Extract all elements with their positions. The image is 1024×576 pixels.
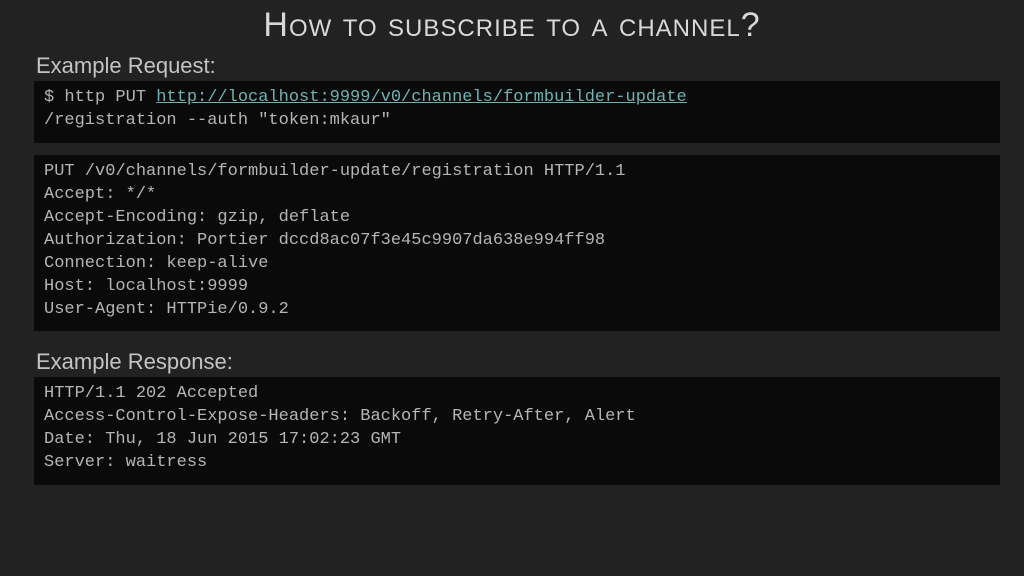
slide-title: How to subscribe to a channel? [0, 0, 1024, 51]
raw-request-block: PUT /v0/channels/formbuilder-update/regi… [34, 155, 1000, 332]
cmd-url-link[interactable]: http://localhost:9999/v0/channels/formbu… [156, 88, 687, 107]
cmd-prefix: $ http PUT [44, 88, 156, 107]
cmd-suffix: /registration --auth "token:mkaur" [44, 111, 391, 130]
example-response-label: Example Response: [0, 347, 1024, 377]
example-request-label: Example Request: [0, 51, 1024, 81]
request-command-block: $ http PUT http://localhost:9999/v0/chan… [34, 81, 1000, 143]
raw-response-block: HTTP/1.1 202 Accepted Access-Control-Exp… [34, 377, 1000, 485]
